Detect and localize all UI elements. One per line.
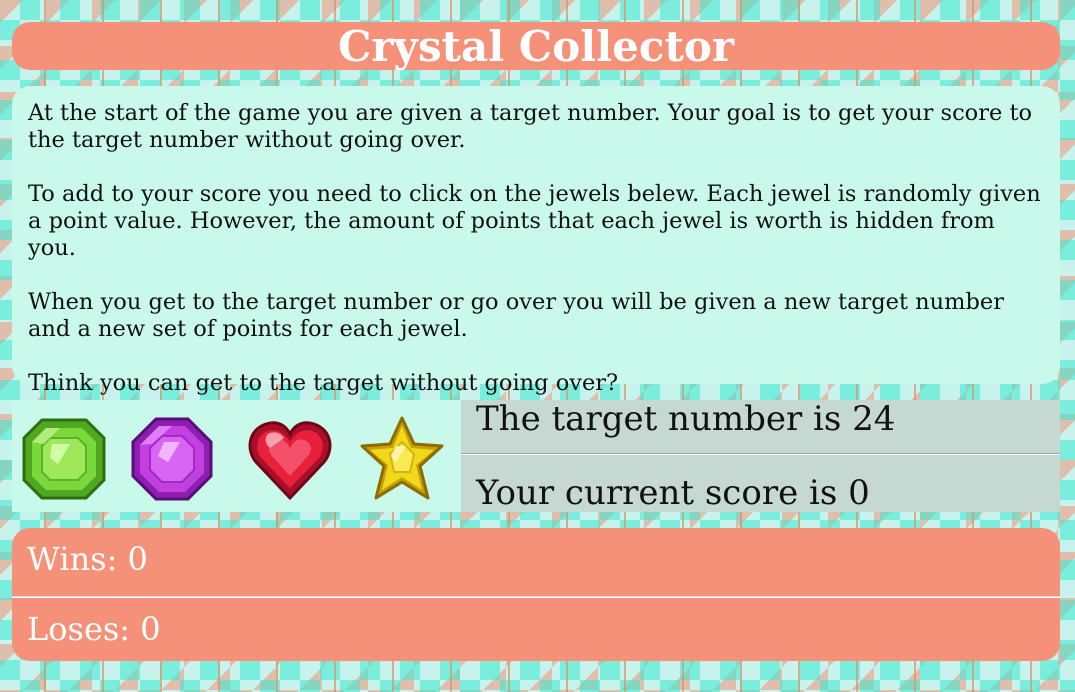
instructions-panel: At the start of the game you are given a… <box>12 86 1060 396</box>
wins-counter: Wins: 0 <box>27 540 148 578</box>
instruction-paragraph-4: Think you can get to the target without … <box>28 370 619 396</box>
target-number-text: The target number is 24 <box>476 399 896 439</box>
stats-panel: Wins: 0 Loses: 0 <box>12 528 1060 661</box>
score-panel: The target number is 24 Your current sco… <box>461 400 1060 512</box>
crystal-tray <box>12 400 461 512</box>
yellow-star-gem-icon[interactable] <box>358 414 446 504</box>
red-heart-gem-icon[interactable] <box>246 414 334 504</box>
purple-gem-icon[interactable] <box>128 414 216 504</box>
page-title: Crystal Collector <box>12 22 1060 71</box>
divider <box>12 596 1060 598</box>
instruction-paragraph-3: When you get to the target number or go … <box>28 289 1004 342</box>
instruction-paragraph-1: At the start of the game you are given a… <box>28 100 1033 153</box>
divider <box>461 453 1060 455</box>
green-gem-icon[interactable] <box>20 414 108 504</box>
loses-counter: Loses: 0 <box>27 610 161 648</box>
current-score-text: Your current score is 0 <box>476 473 870 513</box>
instruction-paragraph-2: To add to your score you need to click o… <box>28 181 1041 261</box>
